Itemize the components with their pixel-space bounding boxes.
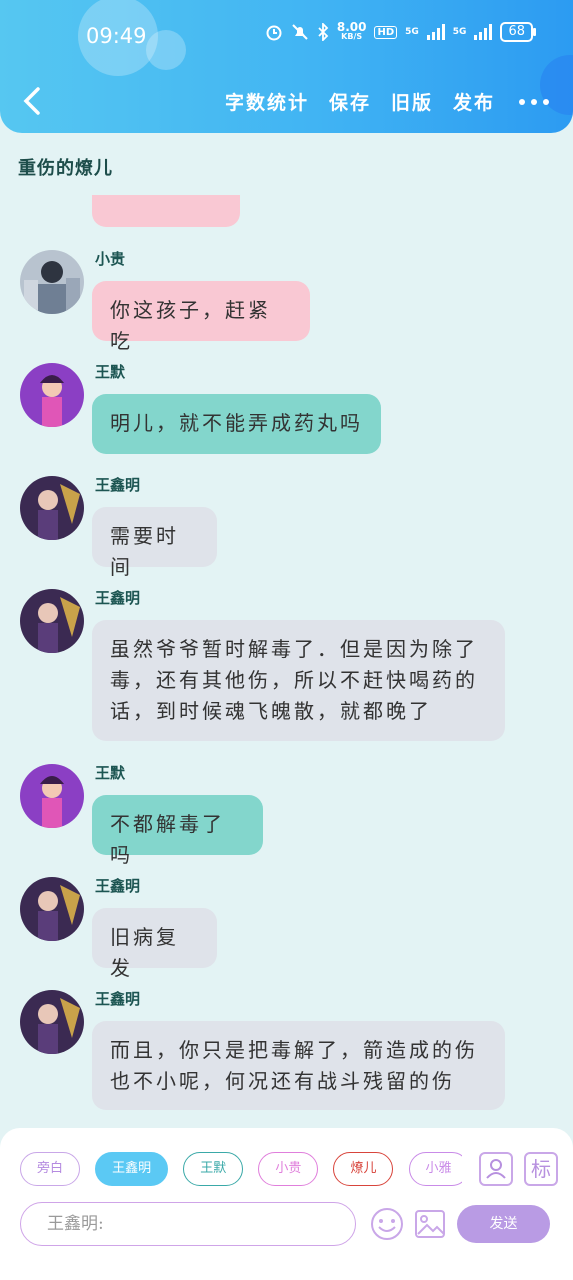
- message-bubble[interactable]: 不都解毒了吗: [92, 795, 263, 867]
- alarm-icon: [266, 25, 282, 41]
- network-type: 5G: [405, 27, 419, 37]
- avatar[interactable]: [20, 250, 84, 314]
- status-time: 09:49: [86, 24, 147, 48]
- message-bubble[interactable]: 明儿，就不能弄成药丸吗: [92, 394, 381, 454]
- avatar[interactable]: [20, 589, 84, 653]
- top-header: 09:49 8.00 KB/S HD 5G 5G 68 字数统计 保存 旧版 发…: [0, 0, 573, 133]
- battery-indicator: 68: [500, 22, 536, 42]
- mute-icon: [292, 24, 308, 40]
- back-arrow-icon[interactable]: [18, 86, 48, 116]
- message-bubble[interactable]: 你这孩子，赶紧吃: [92, 281, 310, 353]
- message-bubble[interactable]: 旧病复发: [92, 908, 217, 980]
- sender-name: 小贵: [95, 250, 126, 268]
- avatar[interactable]: [20, 764, 84, 828]
- network-type: 5G: [452, 27, 467, 37]
- character-chip[interactable]: 旁白: [20, 1152, 81, 1186]
- character-chip[interactable]: 小雅: [408, 1152, 462, 1186]
- character-selector: 旁白 王鑫明 王默 小贵 燎儿 小雅: [20, 1152, 462, 1188]
- sender-name: 王默: [95, 764, 126, 782]
- word-count-button[interactable]: 字数统计: [225, 88, 309, 115]
- signal-icon: [474, 24, 493, 40]
- message-bubble[interactable]: 需要时间: [92, 507, 217, 579]
- avatar[interactable]: [20, 990, 84, 1054]
- message-bubble[interactable]: 虽然爷爷暂时解毒了．但是因为除了毒，还有其他伤，所以不赶快喝药的话，到时候魂飞魄…: [92, 620, 505, 741]
- character-chip-selected[interactable]: 王鑫明: [95, 1152, 169, 1186]
- message-bubble[interactable]: 而且，你只是把毒解了，箭造成的伤也不小呢，何况还有战斗残留的伤: [92, 1021, 505, 1110]
- sender-name: 王鑫明: [95, 589, 141, 607]
- bluetooth-icon: [318, 23, 329, 41]
- avatar[interactable]: [20, 877, 84, 941]
- old-version-button[interactable]: 旧版: [391, 88, 433, 115]
- character-chip[interactable]: 燎儿: [333, 1152, 394, 1186]
- character-chip[interactable]: 小贵: [258, 1152, 319, 1186]
- more-icon[interactable]: [519, 88, 549, 115]
- mark-button[interactable]: 标: [524, 1152, 558, 1186]
- chat-list[interactable]: 对呀 小贵 你这孩子，赶紧吃 王默 明儿，就不能弄成药丸吗 王鑫明 需要时间 王…: [0, 195, 573, 1120]
- image-icon[interactable]: [413, 1207, 447, 1241]
- composer-panel: 旁白 王鑫明 王默 小贵 燎儿 小雅 标 王鑫明: 发送: [0, 1128, 573, 1280]
- send-button[interactable]: 发送: [457, 1205, 550, 1243]
- hd-badge: HD: [374, 25, 398, 39]
- sender-name: 王鑫明: [95, 877, 141, 895]
- page-title: 重伤的燎儿: [18, 158, 113, 179]
- avatar[interactable]: [20, 476, 84, 540]
- emoji-icon[interactable]: [369, 1206, 405, 1242]
- sender-name: 王鑫明: [95, 476, 141, 494]
- status-bar: 09:49 8.00 KB/S HD 5G 5G 68: [0, 0, 573, 72]
- character-chip[interactable]: 王默: [183, 1152, 244, 1186]
- network-speed: 8.00 KB/S: [336, 20, 367, 41]
- toolbar: 字数统计 保存 旧版 发布: [225, 88, 549, 115]
- message-input[interactable]: 王鑫明:: [20, 1202, 356, 1246]
- avatar[interactable]: [20, 363, 84, 427]
- save-button[interactable]: 保存: [329, 88, 371, 115]
- sender-name: 王鑫明: [95, 990, 141, 1008]
- signal-icon: [426, 24, 445, 40]
- publish-button[interactable]: 发布: [453, 88, 495, 115]
- sender-name: 王默: [95, 363, 126, 381]
- character-manage-icon[interactable]: [479, 1152, 513, 1186]
- message-bubble[interactable]: 对呀: [92, 195, 240, 227]
